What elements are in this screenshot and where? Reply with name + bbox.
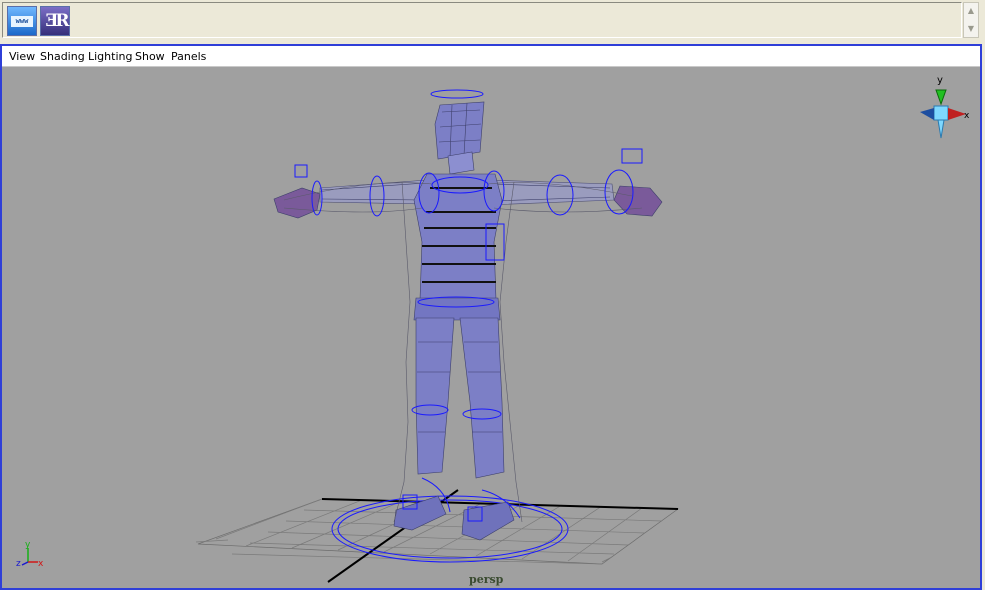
view-cube-y-label: y: [937, 75, 943, 86]
character-mesh[interactable]: [273, 101, 663, 541]
www-icon[interactable]: www: [7, 6, 37, 36]
axis-triad: y x z: [16, 540, 44, 569]
logo-icon-label: ƎR: [45, 11, 69, 31]
axis-y-label: y: [25, 540, 31, 550]
scroll-down-icon[interactable]: ▼: [964, 21, 978, 37]
menu-view[interactable]: View: [9, 50, 35, 63]
scroll-up-icon[interactable]: ▲: [964, 3, 978, 19]
menu-lighting[interactable]: Lighting: [88, 50, 132, 63]
axis-x-label: x: [38, 559, 44, 569]
view-cube-x-label: x: [964, 111, 970, 121]
logo-icon[interactable]: ƎR: [40, 6, 70, 36]
view-cube[interactable]: y x: [920, 75, 970, 139]
menu-show[interactable]: Show: [135, 50, 165, 63]
panel-menu-bar: View Shading Lighting Show Panels: [2, 46, 980, 67]
shelf-scrollbar[interactable]: ▲ ▼: [963, 2, 979, 38]
menu-shading[interactable]: Shading: [40, 50, 85, 63]
www-icon-label: www: [11, 16, 33, 27]
menu-panels[interactable]: Panels: [171, 50, 206, 63]
shelf-tray: www ƎR: [2, 2, 962, 38]
perspective-viewport[interactable]: y x y x z persp: [2, 67, 980, 588]
axis-z-label: z: [16, 559, 21, 569]
viewport-panel: View Shading Lighting Show Panels y x y …: [0, 44, 982, 590]
shelf: www ƎR ▲ ▼: [0, 0, 985, 42]
scene-canvas[interactable]: y x y x z persp: [2, 67, 980, 588]
camera-label: persp: [469, 573, 504, 586]
